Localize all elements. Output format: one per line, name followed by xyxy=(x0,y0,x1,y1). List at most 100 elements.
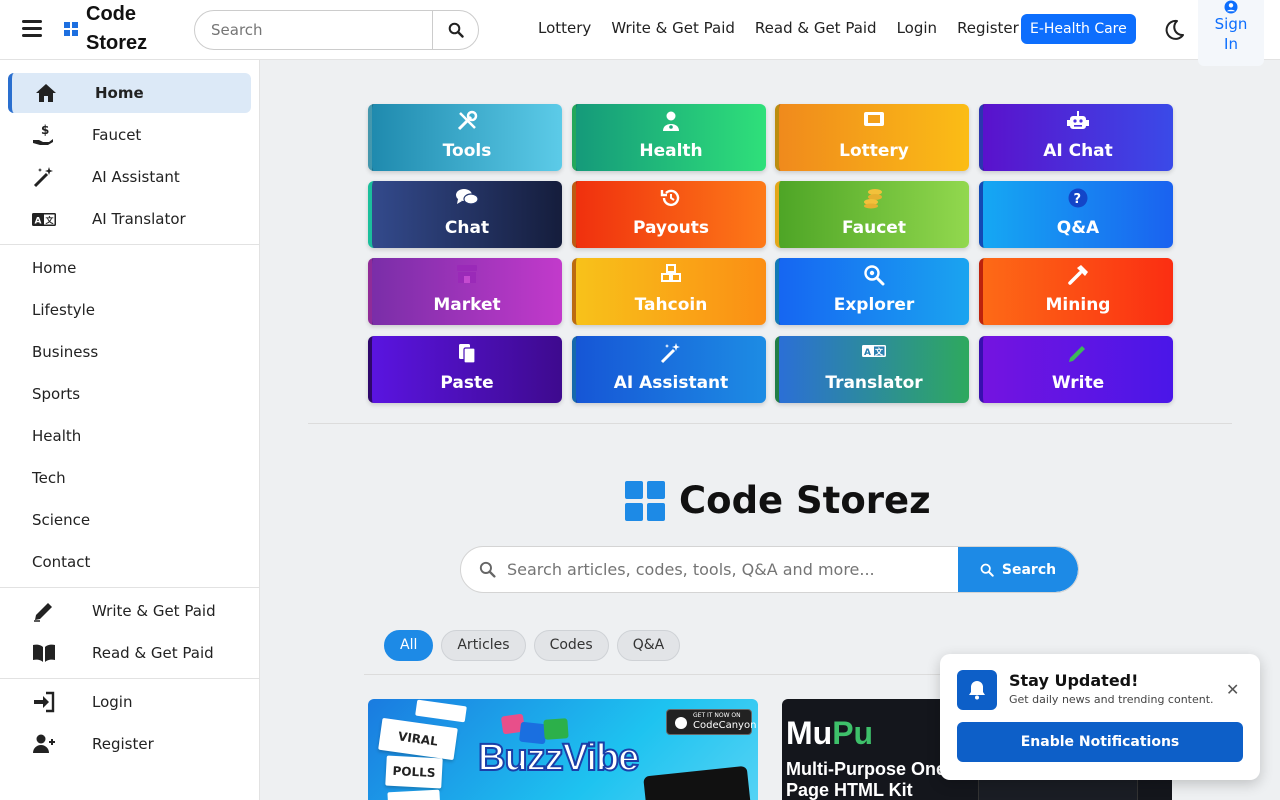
toast-title: Stay Updated! xyxy=(1009,671,1139,690)
sidebar-item-label: AI Assistant xyxy=(92,168,180,186)
tile-label: Paste xyxy=(440,373,494,393)
sidebar-item-home[interactable]: Home xyxy=(8,73,251,113)
sidebar-item-ai-assistant[interactable]: AI Assistant xyxy=(8,157,251,197)
tile-lottery[interactable]: Lottery xyxy=(775,104,969,171)
nav-register[interactable]: Register xyxy=(957,18,1019,38)
card-thumbnail-decor xyxy=(387,789,441,800)
section-divider xyxy=(308,423,1232,424)
question-icon: ? xyxy=(1068,188,1088,208)
card-laptop-decor xyxy=(643,765,753,800)
filter-chip-articles[interactable]: Articles xyxy=(441,630,526,661)
tile-explorer[interactable]: Explorer xyxy=(775,258,969,325)
tile-chat[interactable]: Chat xyxy=(368,181,562,248)
top-header: Code Storez Lottery Write & Get Paid Rea… xyxy=(0,0,1280,66)
category-link-science[interactable]: Science xyxy=(32,511,90,529)
card-title: MuPu xyxy=(786,713,873,753)
header-search-input[interactable] xyxy=(195,11,433,49)
svg-text:$: $ xyxy=(41,123,49,137)
sidebar-divider xyxy=(0,244,259,245)
sidebar-item-register[interactable]: Register xyxy=(8,724,251,764)
card-thumbnail-decor xyxy=(415,699,467,723)
coins-icon xyxy=(864,189,882,209)
tile-qa[interactable]: ? Q&A xyxy=(979,181,1173,248)
hammer-icon xyxy=(1068,265,1088,285)
e-health-care-button[interactable]: E-Health Care xyxy=(1021,14,1136,44)
ticket-icon xyxy=(864,112,884,126)
header-search-button[interactable] xyxy=(432,11,478,49)
nav-read-get-paid[interactable]: Read & Get Paid xyxy=(755,18,877,38)
category-link-sports[interactable]: Sports xyxy=(32,385,80,403)
category-link-home[interactable]: Home xyxy=(32,259,76,277)
header-nav: Lottery Write & Get Paid Read & Get Paid… xyxy=(528,18,1029,38)
site-logo[interactable]: Code Storez xyxy=(64,0,156,58)
category-link-contact[interactable]: Contact xyxy=(32,553,90,571)
svg-text:文: 文 xyxy=(46,215,55,225)
tile-translator[interactable]: A文 Translator xyxy=(775,336,969,403)
tile-mining[interactable]: Mining xyxy=(979,258,1173,325)
tile-payouts[interactable]: Payouts xyxy=(572,181,766,248)
svg-text:?: ? xyxy=(1074,192,1082,207)
main-search-button[interactable]: Search xyxy=(958,547,1078,592)
card-title: BuzzVibe xyxy=(477,736,640,780)
tile-ai-assistant[interactable]: AI Assistant xyxy=(572,336,766,403)
filter-chips: All Articles Codes Q&A xyxy=(384,630,688,661)
close-icon[interactable]: ✕ xyxy=(1226,680,1239,699)
menu-toggle-icon[interactable] xyxy=(22,20,42,40)
brand-grid-icon xyxy=(625,480,665,521)
tile-health[interactable]: Health xyxy=(572,104,766,171)
filter-chip-codes[interactable]: Codes xyxy=(533,630,609,661)
nav-lottery[interactable]: Lottery xyxy=(538,18,591,38)
cubes-icon xyxy=(661,264,681,282)
sidebar-item-label: Faucet xyxy=(92,126,142,144)
sidebar-item-faucet[interactable]: $ Faucet xyxy=(8,115,251,155)
category-link-lifestyle[interactable]: Lifestyle xyxy=(32,301,95,319)
tile-tahcoin[interactable]: Tahcoin xyxy=(572,258,766,325)
sidebar-item-read-get-paid[interactable]: Read & Get Paid xyxy=(8,633,251,673)
nav-login[interactable]: Login xyxy=(897,18,937,38)
magic-wand-icon xyxy=(660,343,680,364)
article-card-buzzvibe[interactable]: VIRAL LISTS POLLS BuzzVibe GET IT NOW ON… xyxy=(368,699,758,800)
sidebar-item-write-get-paid[interactable]: Write & Get Paid xyxy=(8,591,251,631)
tile-label: Market xyxy=(433,295,501,315)
tile-label: Lottery xyxy=(839,141,909,161)
home-icon xyxy=(36,84,56,102)
category-link-tech[interactable]: Tech xyxy=(32,469,66,487)
tile-faucet[interactable]: Faucet xyxy=(775,181,969,248)
tile-ai-chat[interactable]: AI Chat xyxy=(979,104,1173,171)
nav-write-get-paid[interactable]: Write & Get Paid xyxy=(611,18,735,38)
sidebar-item-label: AI Translator xyxy=(92,210,186,228)
filter-chip-all[interactable]: All xyxy=(384,630,434,661)
tile-paste[interactable]: Paste xyxy=(368,336,562,403)
sidebar-item-label: Write & Get Paid xyxy=(92,602,216,620)
doctor-icon xyxy=(663,111,679,131)
sidebar: Home $ Faucet AI Assistant A文 AI Transla… xyxy=(0,60,260,800)
notification-prompt: Stay Updated! Get daily news and trendin… xyxy=(940,654,1260,780)
category-link-health[interactable]: Health xyxy=(32,427,81,445)
logo-text: Code Storez xyxy=(86,3,148,54)
sidebar-item-login[interactable]: Login xyxy=(8,682,251,722)
tile-write[interactable]: Write xyxy=(979,336,1173,403)
tile-label: Health xyxy=(639,141,703,161)
header-search xyxy=(194,10,479,50)
book-open-icon xyxy=(33,644,55,662)
bell-icon xyxy=(957,670,997,710)
sidebar-divider xyxy=(0,587,259,588)
tile-label: Explorer xyxy=(833,295,915,315)
svg-text:A: A xyxy=(35,217,42,227)
enable-notifications-button[interactable]: Enable Notifications xyxy=(957,722,1243,762)
tile-tools[interactable]: Tools xyxy=(368,104,562,171)
svg-text:A: A xyxy=(864,348,871,358)
filter-chip-qa[interactable]: Q&A xyxy=(616,630,681,661)
main-search-input[interactable] xyxy=(507,547,957,592)
tile-market[interactable]: Market xyxy=(368,258,562,325)
dark-mode-toggle[interactable] xyxy=(1162,18,1186,46)
comments-icon xyxy=(456,189,479,205)
sidebar-item-label: Home xyxy=(95,84,144,102)
tile-label: Chat xyxy=(444,218,490,238)
sidebar-item-ai-translator[interactable]: A文 AI Translator xyxy=(8,199,251,239)
language-icon: A文 xyxy=(862,345,886,358)
tile-label: Translator xyxy=(825,373,923,393)
tile-label: AI Assistant xyxy=(613,373,729,393)
sign-in-button[interactable]: Sign In xyxy=(1198,0,1264,66)
category-link-business[interactable]: Business xyxy=(32,343,98,361)
